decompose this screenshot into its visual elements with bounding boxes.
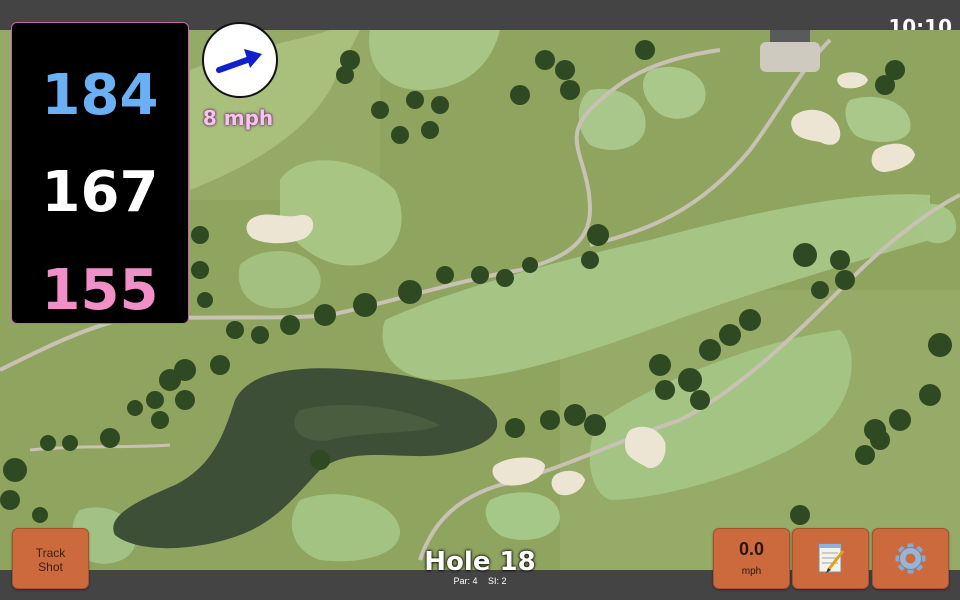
track-shot-label-line2: Shot — [38, 560, 63, 574]
track-shot-label-line1: Track — [35, 546, 66, 560]
track-shot-label: Track Shot — [13, 546, 88, 574]
back-yardage: 184 — [41, 63, 159, 128]
center-yardage: 167 — [41, 160, 159, 225]
speed-button[interactable]: 0.0 mph — [713, 528, 790, 589]
gear-icon — [895, 543, 926, 574]
wind-speed-label: 8 mph — [202, 106, 274, 130]
hole-par: Par: 4 — [453, 576, 478, 586]
wind-indicator — [202, 22, 278, 98]
notes-button[interactable] — [792, 528, 869, 589]
speed-unit: mph — [741, 566, 762, 577]
yardage-panel: 184 167 155 — [11, 22, 189, 324]
hole-info: Par: 4 SI: 2 — [400, 576, 560, 586]
settings-button[interactable] — [872, 528, 949, 589]
hole-stroke-index: SI: 2 — [488, 576, 507, 586]
speed-value: 0.0 — [738, 539, 765, 559]
hole-title: Hole 18 — [424, 547, 536, 577]
notepad-icon — [818, 543, 845, 573]
wind-arrow-icon — [216, 49, 262, 73]
track-shot-button[interactable]: Track Shot — [12, 528, 89, 589]
front-yardage: 155 — [41, 258, 159, 323]
